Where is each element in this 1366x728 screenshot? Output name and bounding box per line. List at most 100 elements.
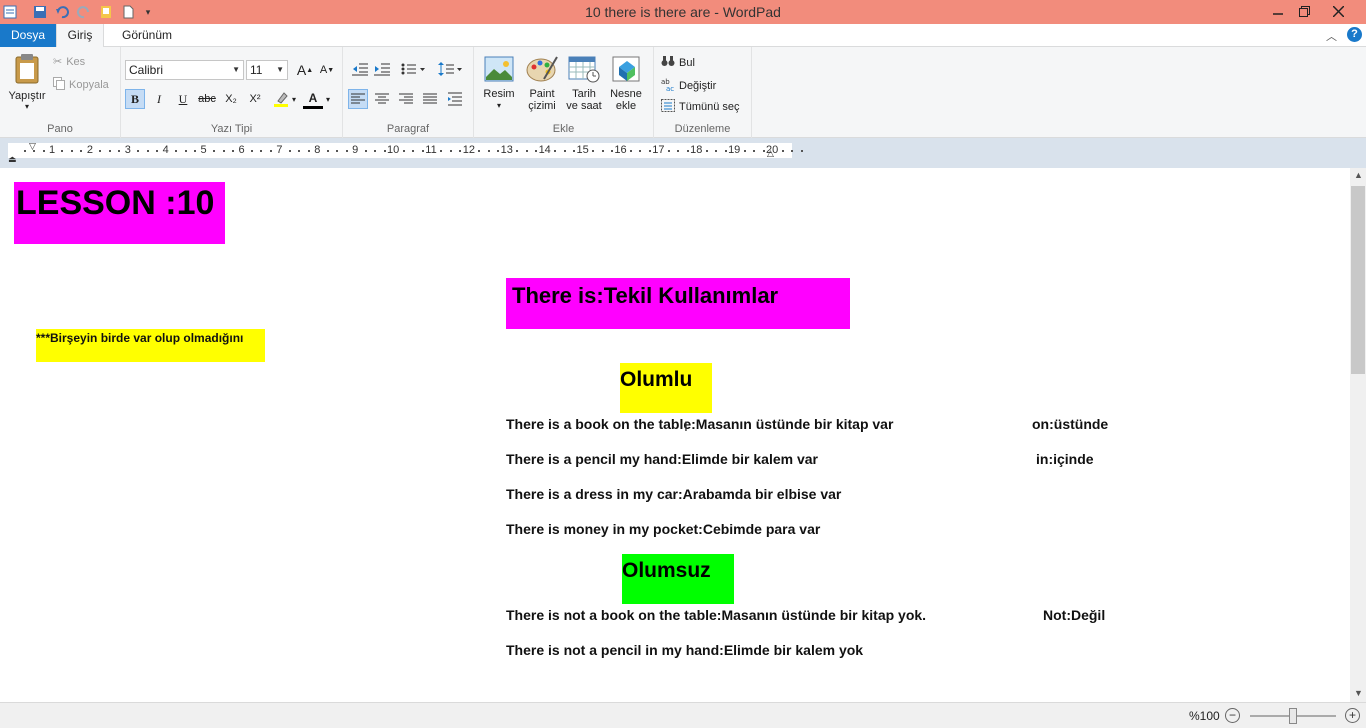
ruler-number: 6 <box>238 144 245 156</box>
shrink-font-button[interactable]: A ▼ <box>317 60 337 80</box>
ruler-tick <box>108 150 111 152</box>
align-left-icon <box>351 93 365 104</box>
replace-label: Değiştir <box>679 79 717 92</box>
ruler-tick <box>99 150 102 152</box>
justify-button[interactable] <box>420 89 440 109</box>
highlight-dropdown-icon[interactable]: ▾ <box>289 89 299 109</box>
ruler-tick <box>336 150 339 152</box>
copy-icon <box>53 77 65 93</box>
binoculars-icon <box>661 55 675 70</box>
bold-button[interactable]: B <box>125 89 145 109</box>
ruler-tick <box>743 150 746 152</box>
zoom-out-button[interactable]: − <box>1225 708 1240 723</box>
paste-dropdown-icon[interactable]: ▾ <box>6 102 48 111</box>
close-button[interactable] <box>1324 0 1352 22</box>
shrink-font-label: A <box>319 64 328 76</box>
scroll-up-icon[interactable]: ▲ <box>1354 170 1363 180</box>
editing-group-label: Düzenleme <box>674 123 731 135</box>
align-right-icon <box>399 93 413 104</box>
subscript-button[interactable]: X₂ <box>221 89 241 109</box>
align-right-button[interactable] <box>396 89 416 109</box>
ruler-tick <box>753 150 756 152</box>
date-time-button[interactable]: Tarih ve saat <box>564 55 604 112</box>
cut-button[interactable]: ✂ Kes <box>53 55 86 69</box>
scroll-down-icon[interactable]: ▼ <box>1354 688 1363 698</box>
align-left-button[interactable] <box>348 89 368 109</box>
ruler-tick <box>667 150 670 152</box>
picture-button[interactable]: Resim ▾ <box>482 55 516 112</box>
cut-label: Kes <box>66 55 86 68</box>
ruler-tick <box>629 150 632 152</box>
select-all-button[interactable]: Tümünü seç <box>661 99 740 115</box>
decrease-indent-button[interactable] <box>350 59 370 79</box>
paragraph-settings-button[interactable] <box>445 89 465 109</box>
font-size-select[interactable]: 11 ▼ <box>246 60 288 80</box>
right-indent-marker[interactable]: △ <box>767 148 774 159</box>
ruler-tick <box>715 150 718 152</box>
zoom-slider-thumb[interactable] <box>1289 708 1297 724</box>
insert-object-button[interactable]: Nesne ekle <box>608 55 644 112</box>
ruler-tick <box>364 150 367 152</box>
strikethrough-button[interactable]: abc <box>197 89 217 109</box>
font-group-label: Yazı Tipi <box>210 123 253 135</box>
tab-home[interactable]: Giriş <box>56 24 104 48</box>
font-family-select[interactable]: Calibri ▼ <box>125 60 244 80</box>
zoom-in-button[interactable]: + <box>1345 708 1360 723</box>
align-center-button[interactable] <box>372 89 392 109</box>
ruler-tick <box>639 150 642 152</box>
superscript-button[interactable]: X² <box>245 89 265 109</box>
document-line: There is a pencil my hand:Elimde bir kal… <box>506 451 819 467</box>
align-center-icon <box>375 93 389 104</box>
highlighter-icon <box>274 92 288 107</box>
bullet-list-button[interactable] <box>398 59 428 79</box>
ruler-tick <box>269 150 272 152</box>
ruler-tick <box>781 150 784 152</box>
font-color-dropdown-icon[interactable]: ▾ <box>323 89 333 109</box>
highlight-color-button[interactable] <box>271 89 291 109</box>
picture-dropdown-icon[interactable]: ▾ <box>482 100 516 112</box>
replace-button[interactable]: ab ac Değiştir <box>661 77 716 94</box>
minimize-button[interactable] <box>1264 0 1292 22</box>
decrease-indent-icon <box>352 63 368 76</box>
ruler-tick <box>175 150 178 152</box>
document-area[interactable]: LESSON :10 There is:Tekil Kullanımlar **… <box>0 168 1350 702</box>
ruler-tick <box>677 150 680 152</box>
ruler-number: 17 <box>652 144 665 156</box>
tab-view[interactable]: Görünüm <box>112 24 182 47</box>
datetime-label-2: ve saat <box>566 100 602 112</box>
ruler-number: 18 <box>690 144 703 156</box>
italic-button[interactable]: I <box>149 89 169 109</box>
olumlu-heading: Olumlu <box>620 363 712 413</box>
text-cursor-icon: I <box>684 418 688 434</box>
vertical-scrollbar[interactable]: ▲ ▼ <box>1350 168 1366 702</box>
maximize-button[interactable] <box>1290 0 1318 22</box>
clipboard-group: Yapıştır ▾ ✂ Kes Kopyala Pano <box>0 47 121 138</box>
tab-file[interactable]: Dosya <box>0 24 56 47</box>
underline-button[interactable]: U <box>173 89 193 109</box>
ruler-number: 7 <box>276 144 283 156</box>
paint-label-2: çizimi <box>528 100 556 112</box>
font-color-button[interactable]: A <box>303 89 323 109</box>
find-button[interactable]: Bul <box>661 55 695 70</box>
first-line-indent-marker[interactable]: ▽ <box>29 141 36 152</box>
ruler-tick <box>611 150 614 152</box>
collapse-ribbon-icon[interactable]: ︿ <box>1326 28 1337 44</box>
scroll-thumb[interactable] <box>1351 186 1365 374</box>
left-indent-marker[interactable]: ⏏ <box>8 154 17 165</box>
ruler-tick <box>497 150 500 152</box>
increase-indent-button[interactable] <box>372 59 392 79</box>
ruler-number: 4 <box>162 144 169 156</box>
copy-button[interactable]: Kopyala <box>53 77 109 93</box>
ruler-tick <box>232 150 235 152</box>
ruler-tick <box>601 150 604 152</box>
ruler-tick <box>563 150 566 152</box>
paint-drawing-button[interactable]: Paint çizimi <box>524 55 560 112</box>
ruler[interactable]: 1 2 3 4 5 6 7 8 9 10 11 12 13 14 15 16 17 18 19 20 <box>8 143 803 158</box>
font-size-value: 11 <box>250 63 263 77</box>
help-icon[interactable]: ? <box>1347 27 1362 42</box>
paste-button[interactable]: Yapıştır ▾ <box>6 53 48 111</box>
document-line: There is not a book on the table:Masanın… <box>506 607 927 623</box>
ruler-tick <box>724 150 727 152</box>
grow-font-button[interactable]: A ▲ <box>295 60 315 80</box>
line-spacing-button[interactable] <box>435 59 465 79</box>
